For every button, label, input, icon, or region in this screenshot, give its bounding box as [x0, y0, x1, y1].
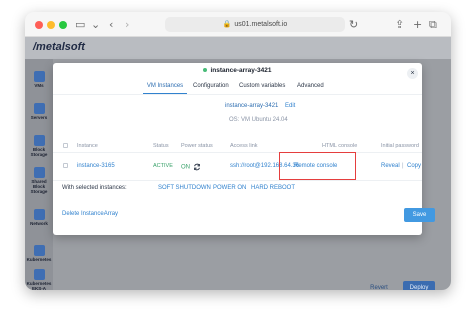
- header-status: Status: [153, 143, 169, 149]
- share-icon[interactable]: ⇪: [395, 16, 404, 33]
- close-window-button[interactable]: [35, 21, 43, 29]
- instance-array-modal: instance-array-3421 × VM Instances Confi…: [53, 63, 435, 235]
- kubernetes-eks-icon: [33, 269, 45, 280]
- delete-instance-array-link[interactable]: Delete InstanceArray: [62, 211, 118, 217]
- header-power-status: Power status: [181, 143, 213, 149]
- status-badge: ACTIVE: [153, 163, 173, 169]
- header-instance: Instance: [77, 143, 98, 149]
- copy-password-link[interactable]: Copy: [407, 163, 421, 169]
- app-sidebar: VMs Servers Block Storage Shared Block S…: [25, 59, 53, 290]
- server-icon: [33, 103, 45, 114]
- modal-title: instance-array-3421: [53, 67, 422, 74]
- app-header: /metalsoft: [25, 37, 451, 59]
- forward-icon[interactable]: ›: [125, 16, 129, 33]
- remote-console-link[interactable]: Remote console: [294, 163, 337, 169]
- power-cycle-icon[interactable]: [193, 163, 201, 171]
- tabs-divider: [53, 94, 422, 95]
- tab-vm-instances[interactable]: VM Instances: [143, 79, 187, 94]
- deploy-button[interactable]: Deploy: [403, 281, 435, 290]
- app-background: /metalsoft VMs Servers Block Storage Sha…: [25, 37, 451, 290]
- instance-link[interactable]: instance-3165: [77, 163, 115, 169]
- new-tab-icon[interactable]: +: [413, 16, 422, 33]
- status-dot-icon: [203, 68, 208, 73]
- reveal-password-link[interactable]: Reveal: [381, 163, 400, 169]
- browser-titlebar: ▭ ⌄ ‹ › 🔒 us01.metalsoft.io ↻ ⇪ + ⧉: [25, 12, 451, 37]
- tab-custom-variables[interactable]: Custom variables: [239, 79, 285, 94]
- url-text: us01.metalsoft.io: [234, 21, 288, 28]
- table-header-divider: [53, 152, 422, 153]
- back-icon[interactable]: ‹: [109, 16, 113, 33]
- close-modal-button[interactable]: ×: [407, 68, 418, 79]
- select-all-checkbox[interactable]: [63, 143, 68, 148]
- tab-advanced[interactable]: Advanced: [297, 79, 324, 94]
- table-row-divider: [53, 180, 422, 181]
- soft-shutdown-button[interactable]: SOFT SHUTDOWN: [158, 185, 211, 191]
- sidebar-item-network[interactable]: Network: [25, 209, 53, 226]
- header-initial-password: Initial password: [381, 143, 419, 149]
- address-bar[interactable]: 🔒 us01.metalsoft.io: [165, 17, 345, 32]
- power-status: ON: [181, 163, 201, 171]
- sidebar-item-servers[interactable]: Servers: [25, 103, 53, 120]
- app-logo: /metalsoft: [33, 41, 85, 53]
- sidebar-item-block-storage[interactable]: Block Storage: [25, 135, 53, 157]
- minimize-window-button[interactable]: [47, 21, 55, 29]
- sidebar-item-kubernetes[interactable]: Kubernetes: [25, 245, 53, 262]
- hard-reboot-button[interactable]: HARD REBOOT: [251, 185, 295, 191]
- network-icon: [33, 209, 45, 220]
- sidebar-item-kubernetes-eks[interactable]: Kubernetes EKS-A: [25, 269, 53, 290]
- edit-link[interactable]: Edit: [285, 103, 295, 109]
- browser-window: ▭ ⌄ ‹ › 🔒 us01.metalsoft.io ↻ ⇪ + ⧉ /meta…: [25, 12, 451, 290]
- chevron-down-icon[interactable]: ⌄: [91, 16, 100, 33]
- instance-array-name: instance-array-3421: [225, 103, 279, 109]
- header-access-link: Access link: [230, 143, 258, 149]
- kubernetes-icon: [33, 245, 45, 256]
- bulk-actions-label: With selected instances:: [62, 185, 127, 191]
- zoom-window-button[interactable]: [59, 21, 67, 29]
- vm-icon: [33, 71, 45, 82]
- reload-icon[interactable]: ↻: [349, 16, 358, 33]
- lock-icon: 🔒: [222, 21, 232, 28]
- save-button[interactable]: Save: [404, 208, 435, 222]
- row-checkbox[interactable]: [63, 163, 68, 168]
- header-html-console: HTML console: [322, 143, 358, 149]
- sidebar-item-vms[interactable]: VMs: [25, 71, 53, 88]
- revert-button[interactable]: Revert: [365, 281, 393, 290]
- sidebar-toggle-icon[interactable]: ▭: [75, 16, 85, 33]
- tab-configuration[interactable]: Configuration: [193, 79, 229, 94]
- storage-icon: [33, 135, 45, 146]
- power-on-button[interactable]: POWER ON: [213, 185, 246, 191]
- shared-storage-icon: [33, 167, 45, 178]
- os-label: OS: VM Ubuntu 24.04: [229, 117, 288, 123]
- link-separator: |: [402, 163, 404, 169]
- sidebar-item-shared-storage[interactable]: Shared Block Storage: [25, 167, 53, 194]
- tab-overview-icon[interactable]: ⧉: [429, 16, 437, 33]
